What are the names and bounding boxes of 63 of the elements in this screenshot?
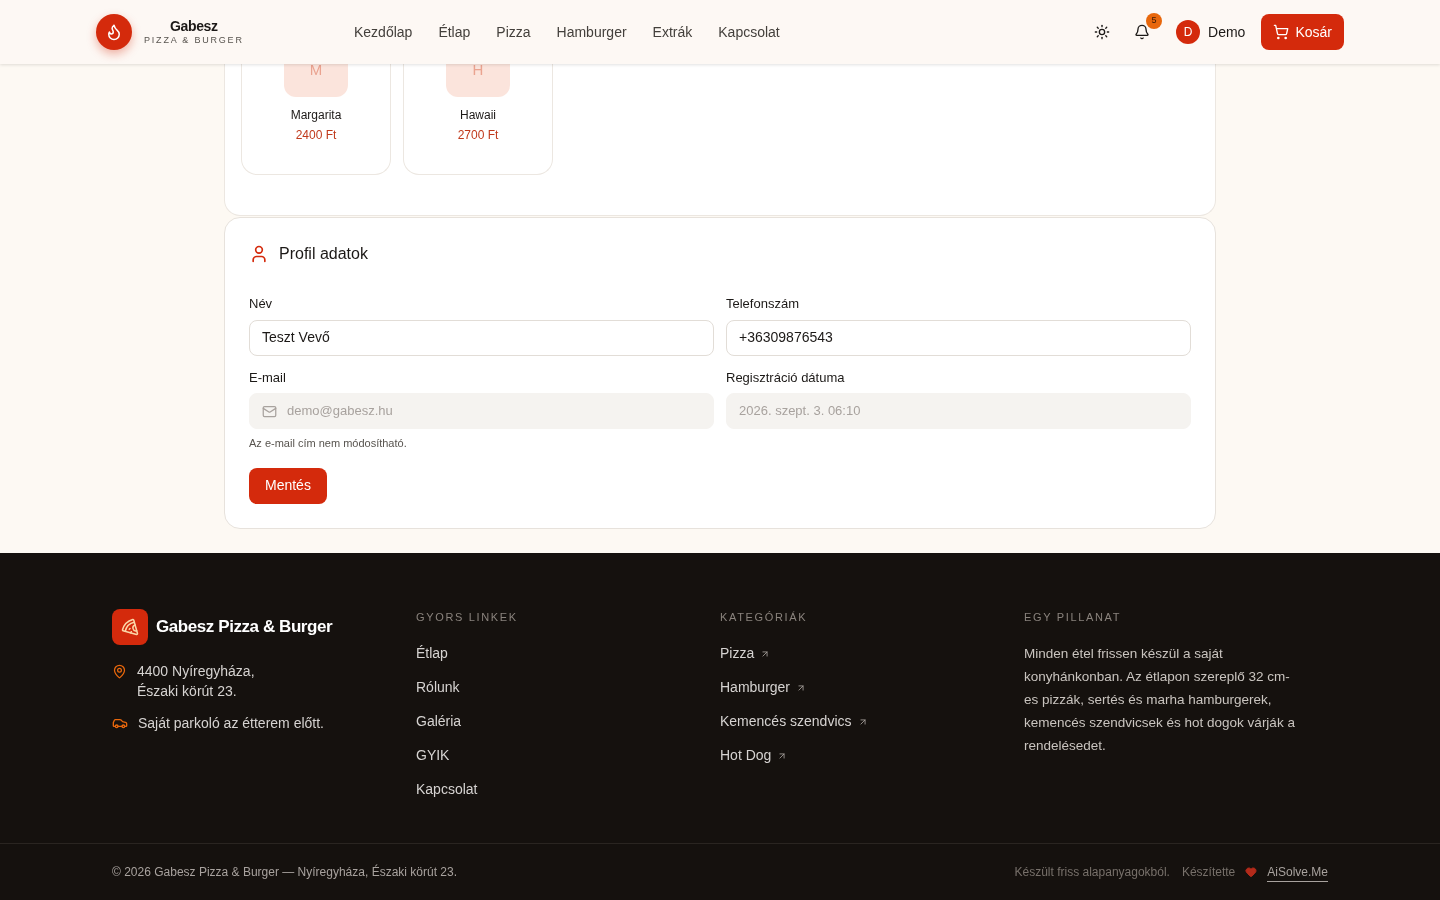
category-link[interactable]: Hot Dog [720, 746, 1024, 765]
column-heading: EGY PILLANAT [1024, 609, 1123, 625]
product-price: 2700 Ft [457, 127, 499, 144]
product-name: Hawaii [460, 107, 496, 124]
heart-icon [1245, 866, 1258, 878]
category-link[interactable]: Pizza [720, 644, 1024, 663]
notification-bell-icon[interactable] [1134, 24, 1151, 40]
external-arrow-icon [760, 648, 771, 659]
copyright-text: © 2026 Gabesz Pizza & Burger — Nyíregyháza, Északi körút 23. [112, 863, 457, 881]
field-label: Telefonszám [726, 295, 800, 313]
email-note: Az e-mail cím nem módosítható. [249, 436, 408, 451]
save-button[interactable]: Mentés [249, 467, 327, 504]
brand-tagline: PIZZA & BURGER [144, 34, 244, 46]
brand-name: Gabesz [170, 18, 218, 34]
about-text: Minden étel frissen készül a saját konyhánkonban. Az étlapon szereplő 32 cm-es pizzák, sertés és marha hamburgerek, kemencés szendvicsek és hot dogok várják a rendelésedet. [1024, 645, 1296, 755]
nav-link[interactable]: Pizza [496, 21, 531, 43]
footer-link[interactable]: Rólunk [416, 678, 720, 697]
made-by-text: Készítette [1181, 864, 1236, 881]
nav-link[interactable]: Kapcsolat [718, 21, 780, 43]
author-link[interactable]: AiSolve.Me [1267, 862, 1328, 882]
column-heading: KATEGÓRIÁK [720, 609, 809, 625]
category-link[interactable]: Hamburger [720, 678, 1024, 697]
field-label: Regisztráció dátuma [726, 368, 846, 387]
notification-count: 5 [1146, 13, 1163, 29]
parking-note: Saját parkoló az étterem előtt. [138, 713, 324, 733]
column-heading: GYORS LINKEK [416, 609, 519, 625]
nav-link[interactable]: Étlap [438, 21, 471, 43]
cart-icon [1273, 24, 1290, 40]
field-label: E-mail [249, 368, 287, 387]
cart-button[interactable]: Kosár [1261, 14, 1344, 50]
made-with-text: Készült friss alapanyagokból. [1014, 864, 1170, 881]
user-avatar[interactable]: D [1176, 20, 1201, 44]
address-line: 4400 Nyíregyháza, [137, 661, 255, 681]
footer-link[interactable]: Galéria [416, 712, 720, 731]
footer-link[interactable]: GYIK [416, 746, 720, 765]
user-name[interactable]: Demo [1208, 21, 1246, 43]
theme-toggle-icon[interactable] [1094, 24, 1111, 40]
pizza-logo-icon [112, 608, 148, 645]
flame-logo-icon[interactable] [96, 14, 132, 50]
external-arrow-icon [857, 716, 868, 727]
section-title: Profil adatok [279, 244, 368, 264]
field-label: Név [249, 295, 274, 313]
address-line: Északi körút 23. [137, 681, 238, 701]
product-price: 2400 Ft [295, 127, 337, 144]
nav-link[interactable]: Extrák [652, 21, 693, 43]
external-arrow-icon [796, 682, 807, 693]
location-pin-icon [112, 663, 127, 679]
user-icon [249, 244, 269, 264]
footer-link[interactable]: Kapcsolat [416, 780, 720, 799]
nav-link[interactable]: Kezdőlap [354, 21, 413, 43]
external-arrow-icon [777, 750, 788, 761]
mail-icon [262, 403, 277, 419]
input-field[interactable]: Teszt Vevő [249, 319, 714, 356]
footer-brand: Gabesz Pizza & Burger [156, 615, 333, 638]
product-initial: H [472, 63, 484, 77]
nav-link[interactable]: Hamburger [556, 21, 627, 43]
footer-link[interactable]: Étlap [416, 644, 720, 663]
product-name: Margarita [290, 107, 342, 124]
product-card[interactable]: M Margarita 2400 Ft [241, 63, 391, 175]
category-link[interactable]: Kemencés szendvics [720, 712, 1024, 731]
product-initial: M [309, 63, 323, 77]
input-field[interactable]: +36309876543 [726, 319, 1191, 356]
product-card[interactable]: H Hawaii 2700 Ft [403, 63, 553, 175]
